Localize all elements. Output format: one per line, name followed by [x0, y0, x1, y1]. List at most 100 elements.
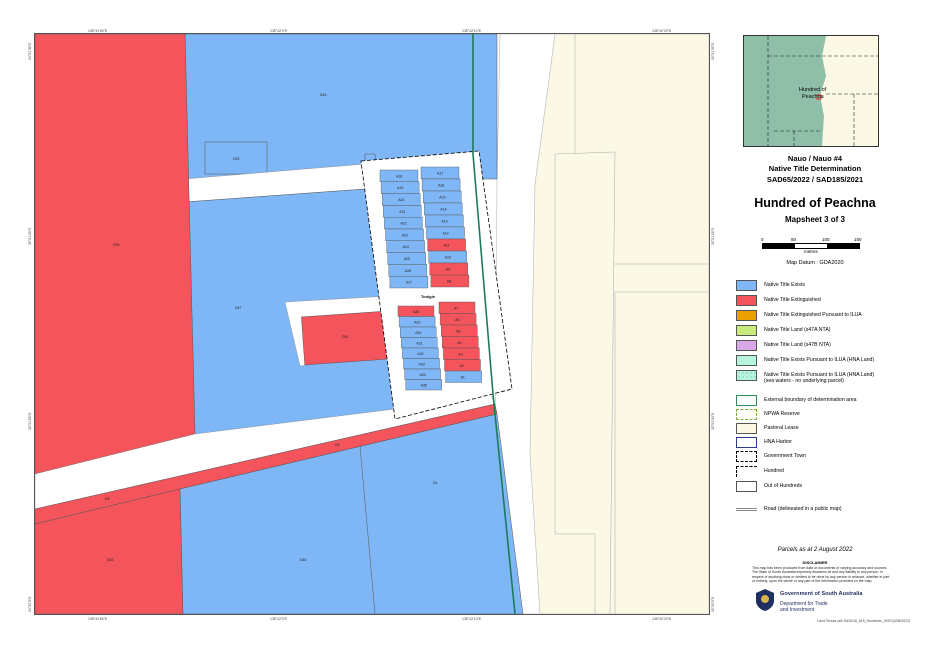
town-block-label-a22: A22: [400, 222, 406, 226]
town-block-label-a1: A1: [461, 375, 465, 379]
legend-label-1: Native Title Exists: [764, 282, 805, 288]
legend-label-6: Native Title Exists Pursuant to ILUA (HN…: [764, 357, 875, 363]
gov-logo-block: Government of South Australia Department…: [754, 588, 904, 618]
legend-swatch-5: [736, 340, 757, 351]
legend-item-8: External boundary of determination area: [736, 395, 906, 407]
label-lower-strip: D5: [105, 497, 110, 501]
parcels-date: Parcels as at 2 August 2022: [777, 547, 853, 553]
label-blue-west: D47: [235, 306, 241, 310]
town-block-label-a29: A29: [414, 320, 420, 324]
label-red-mid: D31: [342, 335, 348, 339]
legend-swatch-3: [736, 310, 757, 321]
town-block-label-a18: A18: [396, 174, 402, 178]
legend-label-5: Native Title Land (s47B NTA): [764, 342, 831, 348]
town-block-label-a30: A30: [415, 331, 421, 335]
coord-left-1: 32°51'30"S: [28, 42, 32, 60]
town-block-label-a28: A28: [413, 310, 419, 314]
gov-dept: Department for Trade and Investment: [780, 601, 828, 613]
inset-map: Hundred of Peachna: [744, 36, 878, 146]
scale-tick-100: 100: [822, 237, 830, 242]
town-block-label-a33: A33: [419, 362, 425, 366]
legend-label-11: HNA Harbor: [764, 439, 792, 445]
label-blue-se: D1: [433, 481, 438, 485]
legend-label-10: Pastoral Lease: [764, 425, 799, 431]
locality-inset[interactable]: Hundred of Peachna: [743, 35, 879, 147]
coord-right-4: 32°52'0"S: [711, 596, 715, 612]
coord-right-1: 32°51'30"S: [711, 42, 715, 60]
coord-left-3: 32°51'50"S: [28, 412, 32, 430]
town-block-label-a21: A21: [399, 210, 405, 214]
legend-swatch-1: [736, 280, 757, 291]
title-line-3: SAD65/2022 / SAD185/2021: [766, 175, 864, 184]
disclaimer-heading: DISCLAIMER: [802, 560, 828, 565]
town-block-label-a34: A34: [420, 373, 426, 377]
legend-item-4: Native Title Land (s47A NTA): [736, 325, 906, 337]
legend-swatch-11: [736, 437, 757, 448]
town-block-label-a24: A24: [403, 245, 409, 249]
scale-tick-0: 0: [761, 237, 764, 242]
legend-item-7: Native Title Exists Pursuant to ILUA (HN…: [736, 370, 906, 384]
legend-item-6: Native Title Exists Pursuant to ILUA (HN…: [736, 355, 906, 367]
legend-item-10: Pastoral Lease: [736, 423, 906, 435]
coord-right-2: 32°51'40"S: [711, 227, 715, 245]
town-block-label-a20: A20: [398, 198, 404, 202]
map-frame[interactable]: A18 A19 A20 A21 A22 A23 A24 A25 A26 A27 A17 A16 A15 A…: [34, 33, 710, 615]
coord-right-3: 32°51'50"S: [711, 412, 715, 430]
town-block-label-a14: A14: [440, 208, 446, 212]
town-block-label-a3: A3: [458, 352, 462, 356]
coord-bottom-2: 135°42'0"E: [270, 617, 288, 621]
coord-left-2: 32°51'40"S: [28, 227, 32, 245]
town-block-label-a25: A25: [404, 257, 410, 261]
legend-item-5: Native Title Land (s47B NTA): [736, 340, 906, 352]
legend-label-13: Hundred: [764, 468, 784, 474]
hundred-title: Hundred of Peachna: [754, 196, 876, 210]
town-block-label-a31: A31: [416, 341, 422, 345]
parcel-red-nw[interactable]: [35, 34, 196, 475]
legend-panel: Hundred of Peachna Nauo / Nauo #4 Native…: [720, 33, 910, 625]
town-block-label-a27: A27: [406, 281, 412, 285]
label-large-red-nw: D35: [113, 243, 119, 247]
legend-label-8: External boundary of determination area: [764, 397, 857, 403]
legend-swatch-15: [736, 508, 757, 511]
legend-item-15: Road (delineated in a public map): [736, 504, 906, 516]
map-canvas[interactable]: A18 A19 A20 A21 A22 A23 A24 A25 A26 A27 A17 A16 A15 A…: [35, 34, 709, 614]
label-road-strip: D6: [335, 443, 340, 447]
label-red-sw: D63: [107, 558, 113, 562]
label-blue-north: D44: [320, 93, 326, 97]
town-block-label-a8: A8: [447, 280, 451, 284]
coord-bottom-1: 135°41'50"E: [88, 617, 108, 621]
disclaimer-text: This map has been produced from data or …: [752, 566, 890, 584]
scale-tick-50: 50: [791, 237, 797, 242]
legend-label-15: Road (delineated in a public map): [764, 506, 842, 512]
map-datum: Map Datum : GDA2020: [786, 260, 844, 266]
town-block-label-a23: A23: [402, 233, 408, 237]
title-line-2: Native Title Determination: [768, 164, 862, 173]
legend-label-3: Native Title Extinguished Pursuant to IL…: [764, 312, 862, 318]
town-block-label-a7: A7: [454, 306, 458, 310]
legend-swatch-6: [736, 355, 757, 366]
town-block-label-a12: A12: [443, 232, 449, 236]
gov-dept-line-2: and Investment: [780, 607, 815, 613]
town-block-label-a13: A13: [441, 220, 447, 224]
legend-label-9: NPWA Reserve: [764, 411, 800, 417]
coord-left-4: 32°52'0"S: [28, 596, 32, 612]
legend-swatch-4: [736, 325, 757, 336]
legend-swatch-8: [736, 395, 757, 406]
town-block-label-a26: A26: [405, 269, 411, 273]
town-block-label-a17: A17: [437, 172, 443, 176]
legend-swatch-12: [736, 451, 757, 462]
town-block-label-a11: A11: [444, 244, 450, 248]
town-block-label-a4: A4: [457, 341, 461, 345]
legend-item-2: Native Title Extinguished: [736, 295, 906, 307]
legend-swatch-9: [736, 409, 757, 420]
scale-unit: metres: [804, 249, 818, 254]
inset-land: [820, 36, 878, 146]
legend-item-9: NPWA Reserve: [736, 409, 906, 421]
legend-swatch-2: [736, 295, 757, 306]
legend-swatch-7: [736, 370, 757, 381]
town-block-label-a5: A5: [456, 329, 460, 333]
mapsheet-label: Mapsheet 3 of 3: [784, 215, 845, 224]
legend-item-13: Hundred: [736, 466, 906, 478]
inset-label-2: Peachna: [802, 94, 825, 100]
legend-label-7-line2: (sea waters - no underlying parcel): [764, 378, 844, 384]
